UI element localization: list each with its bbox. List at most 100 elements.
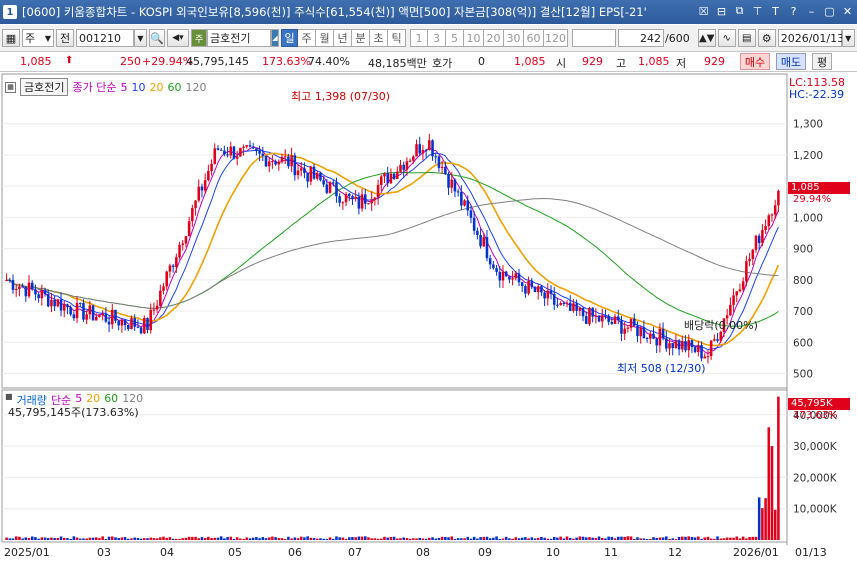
toolbar: ▦ 주 ▼ 전 001210 ▼ 🔍 ◀▾ 주 금호전기 ◢ 일 주 월 년 분 … [0, 25, 857, 52]
buy-button[interactable]: 매수 [740, 53, 770, 70]
candle-body [274, 161, 277, 165]
candle-body [34, 289, 37, 295]
window-btn-5-icon[interactable]: ? [786, 3, 801, 19]
candle-body [488, 258, 492, 265]
high-value: 1,085 [638, 55, 670, 68]
volume-bar [380, 538, 383, 540]
candle-body [306, 172, 309, 182]
volume-bar [258, 538, 261, 540]
volume-bar [575, 537, 578, 540]
close-icon[interactable]: ✕ [840, 3, 855, 19]
candle-icon[interactable]: ▲▼ [697, 29, 716, 47]
candle-body [600, 315, 604, 322]
candle-body [56, 299, 60, 307]
candle-body [530, 280, 534, 288]
window-btn-1-icon[interactable]: ⊟ [714, 3, 729, 19]
tab-period-day[interactable]: 일 [281, 29, 298, 47]
eval-button[interactable]: 평 [812, 53, 832, 70]
candle-body [572, 303, 575, 311]
tab-period-second[interactable]: 초 [370, 29, 388, 47]
indicator-icon[interactable]: ▤ [737, 29, 756, 47]
x-axis-label: 06 [288, 546, 302, 559]
tab-period-minute[interactable]: 분 [352, 29, 370, 47]
legend-stock-name[interactable]: 금호전기 [20, 78, 69, 96]
candle-body [440, 166, 444, 168]
candle-body [543, 292, 546, 299]
prev-button[interactable]: 전 [56, 29, 74, 47]
window-btn-0-icon[interactable]: ☒ [696, 3, 711, 19]
interval-3[interactable]: 3 [428, 29, 446, 47]
candle-body [159, 290, 162, 306]
volume-bar [24, 537, 28, 540]
volume-bar [357, 536, 361, 540]
candle-body [354, 196, 357, 199]
window-btn-4-icon[interactable]: T [768, 3, 783, 19]
volume-bar [104, 539, 108, 540]
legend-ma-10: 10 [131, 80, 146, 94]
sell-button[interactable]: 매도 [776, 53, 806, 70]
tab-period-week[interactable]: 주 [298, 29, 316, 47]
tab-period-month[interactable]: 월 [316, 29, 334, 47]
interval-30[interactable]: 30 [504, 29, 524, 47]
candle-body [716, 339, 719, 341]
candle-body [290, 155, 293, 167]
speaker-icon[interactable]: ◀▾ [167, 29, 189, 47]
interval-120[interactable]: 120 [544, 29, 568, 47]
legend-grid-icon[interactable]: ▦ [5, 81, 16, 93]
volume-bar [754, 536, 758, 540]
window-btn-2-icon[interactable]: ⧉ [732, 3, 747, 19]
custom-interval-input[interactable] [572, 29, 616, 47]
legend-ma-label: 종가 단순 [72, 81, 117, 94]
volume-bar [91, 537, 95, 540]
code-input[interactable]: 001210 [76, 29, 134, 47]
candle-body [363, 194, 367, 204]
candle-body [171, 265, 175, 268]
interval-20[interactable]: 20 [484, 29, 504, 47]
layout-icon[interactable]: ▦ [2, 29, 20, 47]
volume-bar [21, 538, 24, 540]
volume-bar [428, 537, 431, 540]
candle-body [184, 236, 188, 244]
candle-body [229, 146, 233, 156]
date-input[interactable]: 2026/01/13 [777, 29, 844, 47]
volume-bar [527, 538, 530, 540]
volume-bar [578, 536, 582, 540]
candle-body [187, 221, 191, 237]
wave-icon[interactable]: ∿ [717, 29, 736, 47]
price-tick-label: 700 [793, 306, 813, 318]
candle-body [504, 271, 508, 277]
tab-period-year[interactable]: 년 [334, 29, 352, 47]
minimize-icon[interactable]: – [804, 3, 819, 19]
volume-bar [242, 539, 245, 540]
volume-bar [543, 537, 546, 540]
code-dropdown-icon[interactable]: ▼ [134, 29, 147, 47]
interval-60[interactable]: 60 [524, 29, 544, 47]
candle-body [661, 328, 665, 339]
candle-body [456, 191, 460, 193]
tab-period-tick[interactable]: 틱 [388, 29, 406, 47]
candle-body [633, 318, 636, 326]
maximize-icon[interactable]: ▢ [822, 3, 837, 19]
stock-type-icon[interactable]: 주 [191, 29, 207, 47]
candle-body [380, 176, 383, 185]
candle-body [91, 305, 95, 321]
volume-bar [498, 538, 502, 540]
candle-body [319, 172, 322, 181]
volume-bar [216, 537, 220, 540]
market-select[interactable]: 주 ▼ [22, 29, 54, 47]
interval-1[interactable]: 1 [410, 29, 428, 47]
candle-body [668, 343, 671, 349]
count-input[interactable]: 242 [618, 29, 664, 47]
window-btn-3-icon[interactable]: ⊤ [750, 3, 765, 19]
volume-bar [8, 538, 12, 540]
interval-5[interactable]: 5 [446, 29, 464, 47]
volume-bar [748, 537, 751, 540]
volume-bar [597, 536, 601, 540]
gear-icon[interactable]: ⚙ [757, 29, 776, 47]
calendar-dropdown-icon[interactable]: ▼ [841, 29, 855, 47]
candle-body [700, 345, 703, 359]
search-icon[interactable]: 🔍 [149, 29, 165, 47]
interval-10[interactable]: 10 [464, 29, 484, 47]
volume-bar [536, 537, 540, 540]
volume-bar [18, 536, 21, 540]
